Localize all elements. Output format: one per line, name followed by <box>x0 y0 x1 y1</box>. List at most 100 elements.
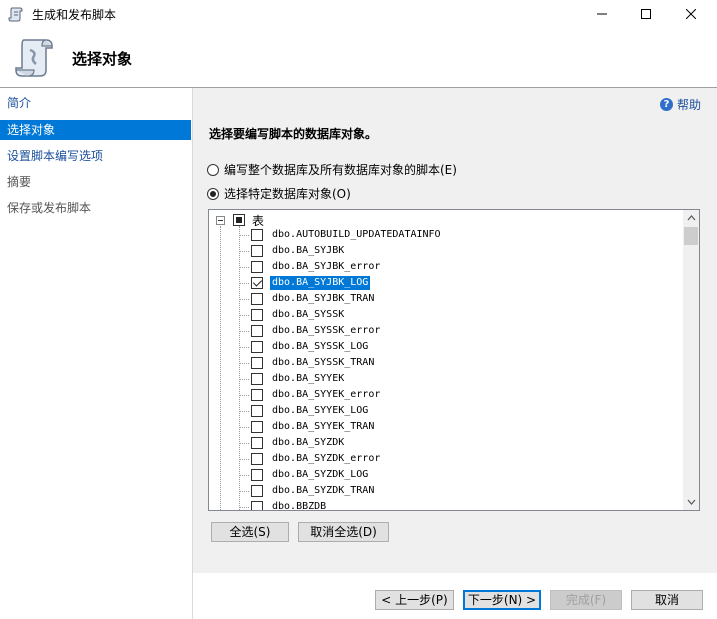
tree-guide-line <box>239 395 249 396</box>
radio-select-specific-objects[interactable]: 选择特定数据库对象(O) <box>207 185 351 202</box>
table-row[interactable]: dbo.BA_SYZDK_error <box>209 451 684 467</box>
radio-circle[interactable] <box>207 163 219 176</box>
table-checkbox[interactable] <box>251 309 263 321</box>
tree-guide-line <box>239 363 249 364</box>
main-panel: ? 帮助 选择要编写脚本的数据库对象。 编写整个数据库及所有数据库对象的脚本(E… <box>193 88 717 573</box>
tree-guide-line <box>239 491 249 492</box>
table-row[interactable]: dbo.BA_SYSSK <box>209 307 684 323</box>
table-checkbox[interactable] <box>251 453 263 465</box>
table-name: dbo.BA_SYSSK_LOG <box>272 341 369 352</box>
select-all-button[interactable]: 全选(S) <box>211 522 289 542</box>
table-row[interactable]: dbo.BA_SYJBK_TRAN <box>209 291 684 307</box>
maximize-icon <box>641 9 651 19</box>
section-title: 选择要编写脚本的数据库对象。 <box>209 127 378 141</box>
tree-guide-line <box>239 443 249 444</box>
help-label: 帮助 <box>676 98 701 112</box>
radio-circle-checked[interactable] <box>207 187 219 200</box>
help-link[interactable]: ? 帮助 <box>659 96 701 113</box>
collapse-toggle-icon[interactable] <box>216 216 225 225</box>
sidebar-item-save-publish: 保存或发布脚本 <box>7 201 92 215</box>
sidebar-item-scripting-options[interactable]: 设置脚本编写选项 <box>0 146 191 166</box>
tree-guide-line <box>239 315 249 316</box>
script-scroll-icon <box>15 39 53 77</box>
table-checkbox[interactable] <box>251 405 263 417</box>
table-name: dbo.BA_SYSSK <box>272 309 345 320</box>
finish-button: 完成(F) <box>550 590 622 610</box>
tree-guide-line <box>239 299 249 300</box>
table-row[interactable]: dbo.BBZDB <box>209 499 684 511</box>
table-name: dbo.BA_SYYEK <box>272 373 345 384</box>
table-row[interactable]: dbo.BA_SYZDK_TRAN <box>209 483 684 499</box>
table-row[interactable]: dbo.BA_SYJBK_LOG <box>209 275 684 291</box>
next-button[interactable]: 下一步(N) > <box>463 590 541 610</box>
table-checkbox[interactable] <box>251 469 263 481</box>
table-name: dbo.BA_SYYEK_error <box>272 389 381 400</box>
table-checkbox[interactable] <box>251 341 263 353</box>
title-bar: 生成和发布脚本 <box>0 0 717 28</box>
cancel-button[interactable]: 取消 <box>631 590 703 610</box>
tree-scrollbar[interactable] <box>683 210 699 510</box>
table-checkbox[interactable] <box>251 437 263 449</box>
table-checkbox[interactable] <box>251 277 263 289</box>
scroll-down-button[interactable] <box>683 494 699 510</box>
table-row[interactable]: dbo.BA_SYYEK <box>209 371 684 387</box>
table-checkbox[interactable] <box>251 245 263 257</box>
table-row[interactable]: dbo.BA_SYSSK_TRAN <box>209 355 684 371</box>
radio-label: 编写整个数据库及所有数据库对象的脚本(E) <box>224 163 457 177</box>
table-name: dbo.BA_SYSSK_error <box>272 325 381 336</box>
table-row[interactable]: dbo.BA_SYZDK <box>209 435 684 451</box>
table-name: dbo.BA_SYJBK <box>272 245 345 256</box>
table-checkbox[interactable] <box>251 373 263 385</box>
scroll-up-button[interactable] <box>683 210 699 226</box>
tree-guide-line <box>239 267 249 268</box>
table-checkbox[interactable] <box>251 325 263 337</box>
table-name: dbo.BA_SYJBK_LOG <box>270 276 371 290</box>
tree-guide-line <box>239 411 249 412</box>
table-name: dbo.BBZDB <box>272 501 327 511</box>
tree-guide-line <box>239 347 249 348</box>
table-row[interactable]: dbo.BA_SYSSK_LOG <box>209 339 684 355</box>
table-checkbox[interactable] <box>251 501 263 510</box>
table-name: dbo.BA_SYZDK_LOG <box>272 469 369 480</box>
table-name: dbo.BA_SYZDK_error <box>272 453 381 464</box>
table-row[interactable]: dbo.BA_SYJBK <box>209 243 684 259</box>
table-row[interactable]: dbo.BA_SYSSK_error <box>209 323 684 339</box>
table-checkbox[interactable] <box>251 357 263 369</box>
table-checkbox[interactable] <box>251 261 263 273</box>
tree-guide-line <box>239 427 249 428</box>
scroll-thumb[interactable] <box>684 227 698 245</box>
tables-checkbox[interactable] <box>233 214 245 226</box>
table-checkbox[interactable] <box>251 485 263 497</box>
table-row[interactable]: dbo.BA_SYYEK_error <box>209 387 684 403</box>
table-row[interactable]: dbo.BA_SYYEK_TRAN <box>209 419 684 435</box>
table-row[interactable]: dbo.BA_SYZDK_LOG <box>209 467 684 483</box>
deselect-all-button[interactable]: 取消全选(D) <box>298 522 389 542</box>
maximize-button[interactable] <box>623 0 669 28</box>
sidebar-item-choose-objects[interactable]: 选择对象 <box>0 120 191 140</box>
object-tree[interactable]: 表 dbo.AUTOBUILD_UPDATEDATAINFO dbo.BA_SYJ… <box>208 209 700 511</box>
table-name: dbo.BA_SYYEK_TRAN <box>272 421 375 432</box>
radio-label: 选择特定数据库对象(O) <box>224 187 351 201</box>
table-row[interactable]: dbo.BA_SYJBK_error <box>209 259 684 275</box>
table-name: dbo.BA_SYSSK_TRAN <box>272 357 375 368</box>
previous-button[interactable]: < 上一步(P) <box>375 590 454 610</box>
tree-guide-line <box>239 251 249 252</box>
table-checkbox[interactable] <box>251 421 263 433</box>
close-button[interactable] <box>668 0 714 28</box>
script-scroll-icon <box>8 7 23 22</box>
table-name: dbo.BA_SYJBK_TRAN <box>272 293 375 304</box>
window-title: 生成和发布脚本 <box>32 8 117 22</box>
close-icon <box>686 9 696 19</box>
radio-script-entire-database[interactable]: 编写整个数据库及所有数据库对象的脚本(E) <box>207 161 457 178</box>
table-name: dbo.BA_SYZDK <box>272 437 345 448</box>
help-icon: ? <box>659 98 673 111</box>
tree-guide-line <box>239 507 249 508</box>
table-row[interactable]: dbo.AUTOBUILD_UPDATEDATAINFO <box>209 227 684 243</box>
table-checkbox[interactable] <box>251 389 263 401</box>
table-row[interactable]: dbo.BA_SYYEK_LOG <box>209 403 684 419</box>
minimize-button[interactable] <box>579 0 625 28</box>
sidebar-item-intro[interactable]: 简介 <box>0 93 191 113</box>
table-checkbox[interactable] <box>251 229 263 241</box>
table-name: dbo.AUTOBUILD_UPDATEDATAINFO <box>272 229 441 240</box>
table-checkbox[interactable] <box>251 293 263 305</box>
